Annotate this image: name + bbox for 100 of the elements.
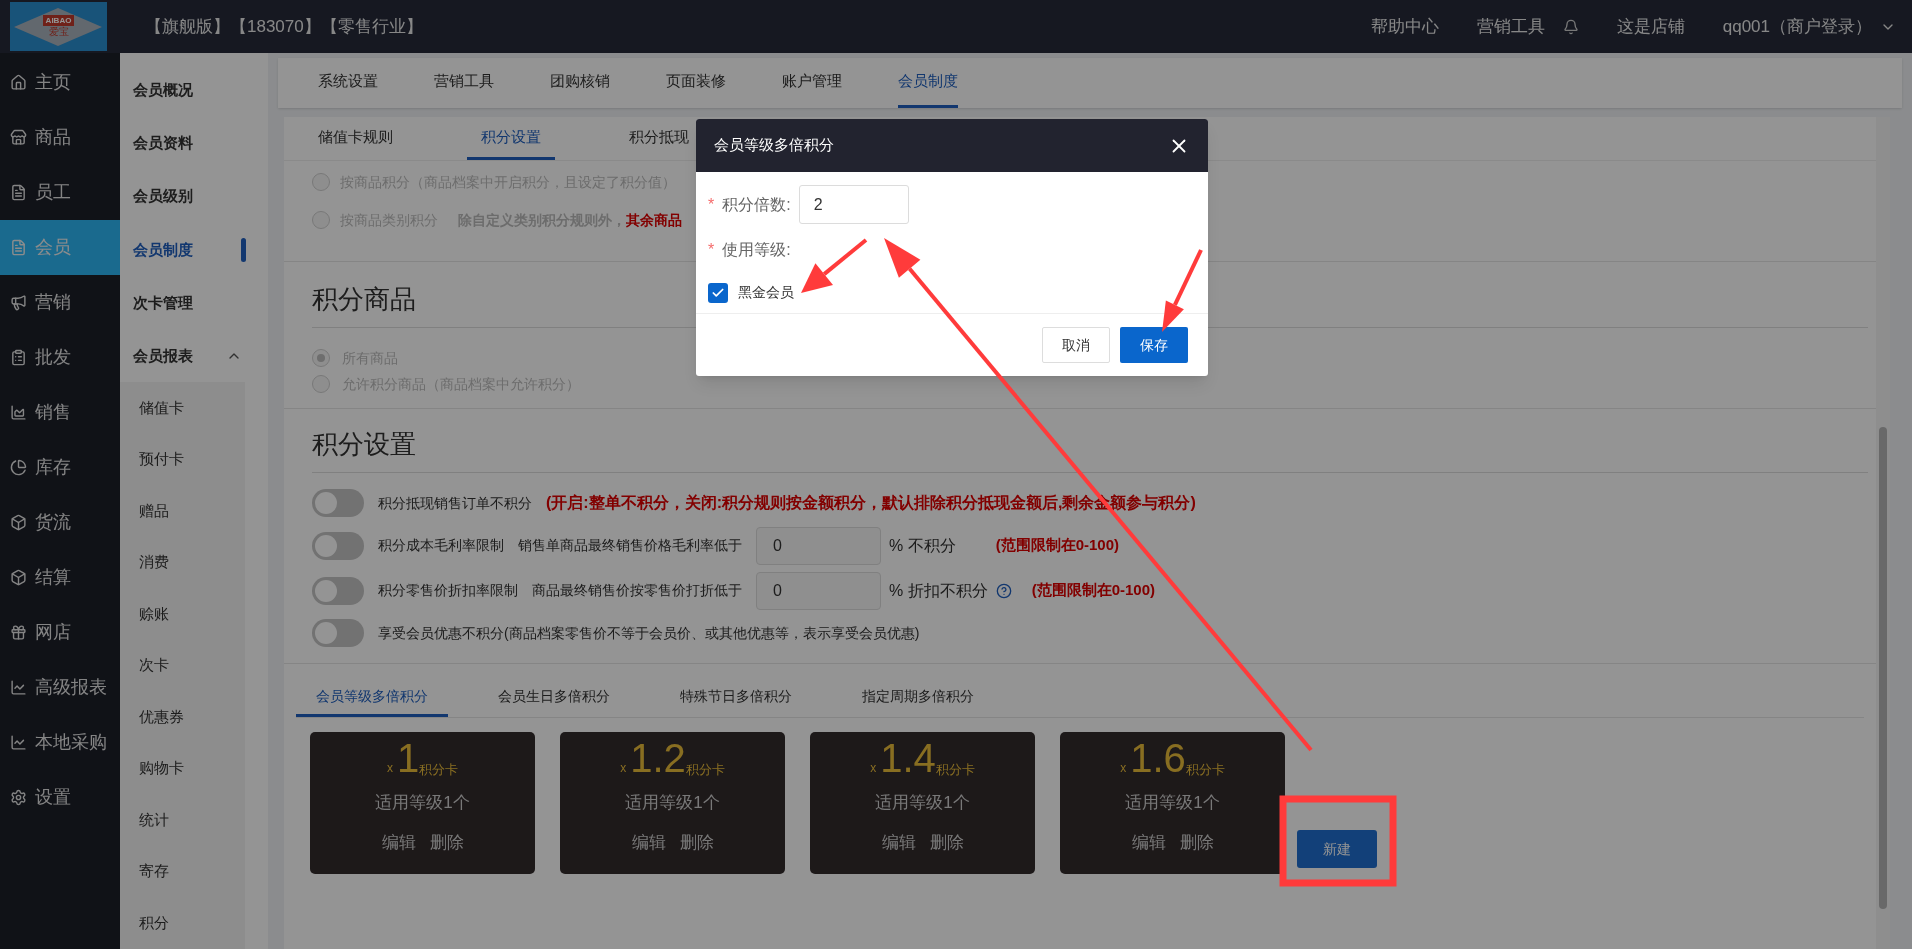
radio-button[interactable] (312, 173, 330, 191)
card-action-link[interactable]: 编辑 (631, 829, 666, 855)
nav-item[interactable]: 高级报表 (0, 660, 120, 715)
multiplier-tab[interactable]: 指定周期多倍积分 (842, 678, 994, 717)
percent-field[interactable]: 0 (756, 571, 881, 610)
multiplier-value: 1.4 (880, 738, 936, 778)
multiplier-field[interactable]: 2 (798, 185, 909, 224)
nav-item[interactable]: 设置 (0, 770, 120, 825)
sub-nav-item[interactable]: 会员制度 (120, 223, 268, 277)
multiplier-value: 1 (396, 738, 420, 778)
submenu-item[interactable]: 预付卡 (120, 433, 245, 486)
submenu-item[interactable]: 积分 (120, 897, 245, 949)
toggle-switch[interactable] (312, 489, 364, 517)
cube-icon (10, 569, 27, 586)
submenu-item[interactable]: 消费 (120, 536, 245, 589)
multiplier-tab[interactable]: 会员生日多倍积分 (478, 678, 630, 717)
card-action-link[interactable]: 删除 (679, 829, 714, 855)
multiplier-prefix: x (620, 762, 627, 774)
sub-nav-item[interactable]: 会员报表 (120, 329, 268, 383)
pie-chart-icon (10, 459, 27, 476)
settings-icon (10, 789, 27, 806)
save-button[interactable]: 保存 (1120, 327, 1188, 363)
bell-icon[interactable] (1562, 18, 1579, 35)
top-tab[interactable]: 团购核销 (550, 58, 610, 108)
card-action-link[interactable]: 删除 (429, 829, 464, 855)
range-note: (范围限制在0-100) (1031, 580, 1156, 601)
nav-item[interactable]: 网店 (0, 605, 120, 660)
sub-nav-item[interactable]: 会员级别 (120, 170, 268, 224)
home-icon (10, 74, 27, 91)
submenu-item[interactable]: 统计 (120, 794, 245, 846)
checkbox[interactable] (708, 282, 728, 303)
multiplier-tab[interactable]: 特殊节日多倍积分 (660, 678, 812, 717)
top-tab[interactable]: 系统设置 (318, 58, 378, 108)
list-icon (10, 349, 27, 366)
cancel-button[interactable]: 取消 (1042, 327, 1110, 363)
radio-button[interactable] (312, 375, 330, 393)
annotation-arrow (801, 238, 868, 293)
required-mark: * (708, 240, 715, 260)
area-chart-icon (10, 404, 27, 421)
setting-label: 享受会员优惠不积分(商品档案零售价不等于会员价、或其他优惠等，表示享受会员优惠) (378, 623, 920, 643)
sub-nav-item[interactable]: 次卡管理 (120, 276, 268, 330)
card-action-link[interactable]: 编辑 (381, 829, 416, 855)
setting-description: 销售单商品最终销售价格毛利率低于 (518, 536, 742, 555)
radio-button[interactable] (312, 349, 330, 367)
setting-label: 积分零售价折扣率限制 (378, 581, 518, 600)
card-action-link[interactable]: 删除 (1179, 829, 1214, 855)
submenu-item[interactable]: 赊账 (120, 588, 245, 640)
multiplier-tab[interactable]: 会员等级多倍积分 (296, 678, 448, 717)
nav-item[interactable]: 批发 (0, 330, 120, 385)
active-indicator (241, 237, 246, 262)
submenu-item[interactable]: 赠品 (120, 485, 245, 537)
submenu-item[interactable]: 优惠券 (120, 691, 245, 743)
card-action-link[interactable]: 编辑 (1131, 829, 1166, 855)
nav-item[interactable]: 员工 (0, 165, 120, 220)
toggle-switch[interactable] (312, 619, 364, 647)
toggle-switch[interactable] (312, 531, 364, 560)
toggle-switch[interactable] (312, 576, 364, 605)
setting-label: 积分成本毛利率限制 (378, 536, 504, 555)
gift-icon (10, 624, 27, 641)
section-tab[interactable]: 积分设置 (467, 117, 555, 160)
setting-label: 积分抵现销售订单不积分 (378, 493, 532, 513)
submenu-item[interactable]: 购物卡 (120, 742, 245, 795)
radio-button[interactable] (312, 211, 330, 229)
top-tab[interactable]: 营销工具 (434, 58, 494, 108)
sub-nav-item[interactable]: 会员资料 (120, 117, 268, 171)
section-tab[interactable]: 储值卡规则 (304, 117, 407, 160)
level-count: 适用等级1个 (375, 792, 470, 814)
nav-item[interactable]: 库存 (0, 440, 120, 495)
header-link[interactable]: 营销工具 (1476, 13, 1545, 40)
field-label: 积分倍数: (722, 194, 791, 215)
new-button[interactable]: 新建 (1297, 830, 1377, 868)
nav-item[interactable]: 货流 (0, 495, 120, 550)
nav-item[interactable]: 主页 (0, 55, 120, 110)
multiplier-value: 1.2 (630, 738, 686, 778)
card-action-link[interactable]: 删除 (929, 829, 964, 855)
field-label: 使用等级: (722, 240, 791, 260)
cube-icon (10, 514, 27, 531)
nav-item[interactable]: 商品 (0, 110, 120, 165)
setting-description: 商品最终销售价按零售价打折低于 (532, 581, 742, 600)
submenu-item[interactable]: 储值卡 (120, 382, 245, 434)
sub-nav-item[interactable]: 会员概况 (120, 64, 268, 118)
multiplier-prefix: x (1120, 762, 1127, 774)
nav-item[interactable]: 营销 (0, 275, 120, 330)
top-tab[interactable]: 账户管理 (782, 58, 842, 108)
user-menu[interactable]: qq001（商户登录） (1722, 13, 1896, 40)
level-count: 适用等级1个 (875, 792, 970, 814)
submenu-item[interactable]: 次卡 (120, 639, 245, 692)
nav-item[interactable]: 本地采购 (0, 715, 120, 770)
help-icon[interactable] (995, 582, 1012, 599)
multiplier-unit: 积分卡 (935, 763, 975, 776)
submenu-item[interactable]: 寄存 (120, 845, 245, 898)
header-link[interactable]: 帮助中心 (1370, 13, 1439, 40)
card-action-link[interactable]: 编辑 (881, 829, 916, 855)
nav-item[interactable]: 销售 (0, 385, 120, 440)
header-link[interactable]: 这是店铺 (1616, 13, 1685, 40)
multiplier-unit: 积分卡 (685, 763, 725, 776)
nav-item[interactable]: 结算 (0, 550, 120, 605)
top-tab[interactable]: 会员制度 (898, 58, 958, 108)
percent-field[interactable]: 0 (756, 526, 881, 565)
top-tab[interactable]: 页面装修 (666, 58, 726, 108)
